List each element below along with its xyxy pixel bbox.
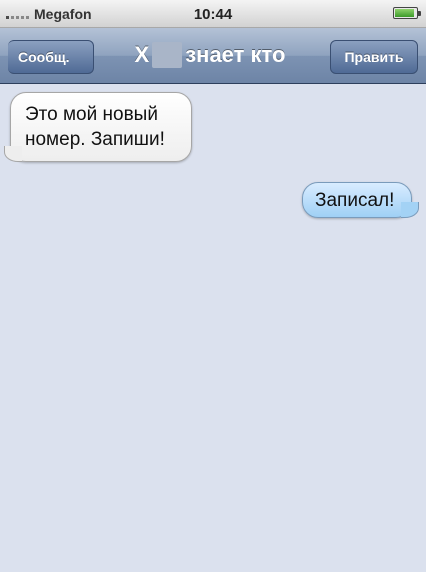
back-button[interactable]: Сообщ. — [0, 40, 94, 74]
message-text: Записал! — [315, 190, 395, 211]
redaction-block — [152, 42, 183, 68]
clock: 10:44 — [193, 6, 233, 23]
title-suffix: знает кто — [185, 42, 286, 67]
conversation-title: Хзнает кто — [100, 42, 320, 68]
message-bubble-received: Это мой новый номер. Запиши! — [4, 92, 192, 162]
message-text: Это мой новый номер. Запиши! — [25, 104, 165, 150]
edit-button[interactable]: Править — [330, 40, 418, 74]
nav-bar: Сообщ. Хзнает кто Править — [0, 28, 426, 84]
battery-icon — [393, 7, 421, 19]
back-button-label: Сообщ. — [18, 49, 70, 65]
bubble-tail — [4, 146, 22, 162]
message-bubble-sent: Записал! — [302, 182, 419, 218]
title-prefix: Х — [134, 42, 150, 67]
bubble-tail — [401, 202, 419, 218]
status-bar: Megafon 10:44 — [0, 0, 426, 28]
